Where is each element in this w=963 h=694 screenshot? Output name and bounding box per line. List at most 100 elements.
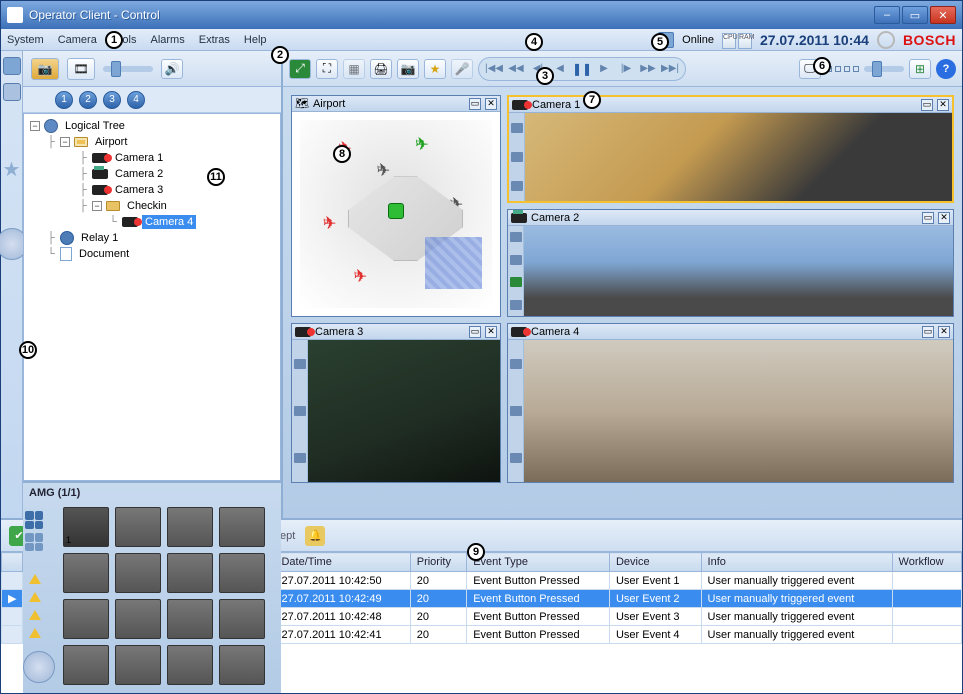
alarm-col-8[interactable]: Info: [701, 553, 892, 572]
map-view[interactable]: ✈ ✈ ✈ ✈ ✈ ✈ ✈: [292, 112, 500, 316]
overlay-icon[interactable]: [511, 123, 523, 133]
audio-icon[interactable]: [511, 181, 523, 191]
tree-cam4[interactable]: Camera 4: [142, 215, 196, 229]
monitor-2[interactable]: 2: [79, 91, 97, 109]
pane-map[interactable]: 🗺Airport▭✕ ✈ ✈ ✈ ✈ ✈ ✈ ✈: [291, 95, 501, 317]
alarm-col-6[interactable]: Event Type: [467, 553, 610, 572]
pane-max-icon[interactable]: ▭: [921, 99, 933, 111]
ptz-wheel[interactable]: [23, 651, 55, 683]
pane-max-icon[interactable]: ▭: [469, 98, 481, 110]
amg-slot-2[interactable]: [115, 507, 161, 547]
menu-system[interactable]: System: [7, 34, 44, 46]
menu-extras[interactable]: Extras: [199, 34, 230, 46]
fwd-button[interactable]: ▶▶: [637, 60, 659, 78]
pane-close-icon[interactable]: ✕: [485, 98, 497, 110]
maximize-button[interactable]: ▭: [902, 6, 928, 24]
layout-quad2-icon[interactable]: [25, 533, 43, 551]
pane-camera-3[interactable]: Camera 3▭✕: [291, 323, 501, 483]
next-button[interactable]: |▶: [615, 60, 637, 78]
amg-slot-9[interactable]: [63, 599, 109, 639]
film-icon[interactable]: [294, 406, 306, 416]
tree-doc[interactable]: Document: [76, 247, 132, 261]
first-button[interactable]: |◀◀: [483, 60, 505, 78]
amg-slot-3[interactable]: [167, 507, 213, 547]
pane-close-icon[interactable]: ✕: [938, 326, 950, 338]
pane-camera-2[interactable]: Camera 2▭✕: [507, 209, 954, 317]
amg-slot-12[interactable]: [219, 599, 265, 639]
tree-collapse-checkin[interactable]: −: [92, 201, 102, 211]
film-icon[interactable]: [510, 406, 522, 416]
layout-slider[interactable]: [864, 66, 904, 72]
tree-cam3[interactable]: Camera 3: [112, 183, 166, 197]
amg-slot-6[interactable]: [115, 553, 161, 593]
rail-icon-2[interactable]: [3, 83, 21, 101]
rew-button[interactable]: ◀◀: [505, 60, 527, 78]
amg-slot-4[interactable]: [219, 507, 265, 547]
monitor-1[interactable]: 1: [55, 91, 73, 109]
overlay-icon[interactable]: [294, 359, 306, 369]
alarm-col-9[interactable]: Workflow: [892, 553, 961, 572]
monitor-4[interactable]: 4: [127, 91, 145, 109]
mic-icon[interactable]: 🎤: [451, 59, 473, 79]
map-camera-marker[interactable]: [388, 203, 404, 219]
bell-button[interactable]: 🔔: [305, 526, 325, 546]
film-icon[interactable]: 🎞: [67, 58, 95, 80]
alarm-col-5[interactable]: Priority: [410, 553, 466, 572]
expand-icon[interactable]: ⛶: [316, 59, 338, 79]
close-button[interactable]: ✕: [930, 6, 956, 24]
alarm-col-0[interactable]: [2, 553, 23, 572]
tree-cam1[interactable]: Camera 1: [112, 151, 166, 165]
tree-root-label[interactable]: Logical Tree: [62, 119, 128, 133]
monitor-3[interactable]: 3: [103, 91, 121, 109]
menu-camera[interactable]: Camera: [58, 34, 97, 46]
star-icon[interactable]: ★: [3, 157, 21, 182]
amg-slot-11[interactable]: [167, 599, 213, 639]
fullscreen-icon[interactable]: ⤢: [289, 59, 311, 79]
print-icon[interactable]: 🖨: [370, 59, 392, 79]
snapshot-icon[interactable]: 📷: [397, 59, 419, 79]
logical-tree[interactable]: −Logical Tree ├−Airport ├Camera 1 ├Camer…: [23, 113, 281, 481]
menu-alarms[interactable]: Alarms: [151, 34, 185, 46]
pane-close-icon[interactable]: ✕: [485, 326, 497, 338]
camera-mode-icon[interactable]: 📷: [31, 58, 59, 80]
amg-slot-1[interactable]: [63, 507, 109, 547]
play-button[interactable]: ▶: [593, 60, 615, 78]
pane-close-icon[interactable]: ✕: [938, 212, 950, 224]
overlay-icon[interactable]: [510, 232, 522, 242]
pane-max-icon[interactable]: ▭: [469, 326, 481, 338]
layout-quad-icon[interactable]: [25, 511, 43, 529]
menu-help[interactable]: Help: [244, 34, 267, 46]
pane-max-icon[interactable]: ▭: [922, 212, 934, 224]
left-slider[interactable]: [103, 66, 153, 72]
amg-slot-8[interactable]: [219, 553, 265, 593]
overlay-icon[interactable]: [510, 359, 522, 369]
alarm-col-4[interactable]: Date/Time: [275, 553, 410, 572]
pane-max-icon[interactable]: ▭: [922, 326, 934, 338]
audio-icon[interactable]: [510, 453, 522, 463]
amg-slot-16[interactable]: [219, 645, 265, 685]
amg-slot-7[interactable]: [167, 553, 213, 593]
add-layout-icon[interactable]: ⊞: [909, 59, 931, 79]
tree-cam2[interactable]: Camera 2: [112, 167, 166, 181]
help-icon[interactable]: ?: [936, 59, 956, 79]
minimize-button[interactable]: –: [874, 6, 900, 24]
audio-icon[interactable]: [510, 300, 522, 310]
tree-airport[interactable]: Airport: [92, 135, 130, 149]
amg-slot-15[interactable]: [167, 645, 213, 685]
speaker-icon[interactable]: 🔊: [161, 59, 183, 79]
alarm-col-7[interactable]: Device: [609, 553, 701, 572]
pane-camera-4[interactable]: Camera 4▭✕: [507, 323, 954, 483]
tree-checkin[interactable]: Checkin: [124, 199, 170, 213]
amg-slot-13[interactable]: [63, 645, 109, 685]
amg-slot-14[interactable]: [115, 645, 161, 685]
tree-relay[interactable]: Relay 1: [78, 231, 121, 245]
tree-collapse-airport[interactable]: −: [60, 137, 70, 147]
pause-button[interactable]: ❚❚: [571, 60, 593, 78]
amg-slot-10[interactable]: [115, 599, 161, 639]
last-button[interactable]: ▶▶|: [659, 60, 681, 78]
film-icon[interactable]: [511, 152, 523, 162]
pane-camera-1[interactable]: Camera 1▭✕: [507, 95, 954, 203]
tree-collapse-root[interactable]: −: [30, 121, 40, 131]
film-icon[interactable]: [510, 255, 522, 265]
audio-icon[interactable]: [294, 453, 306, 463]
